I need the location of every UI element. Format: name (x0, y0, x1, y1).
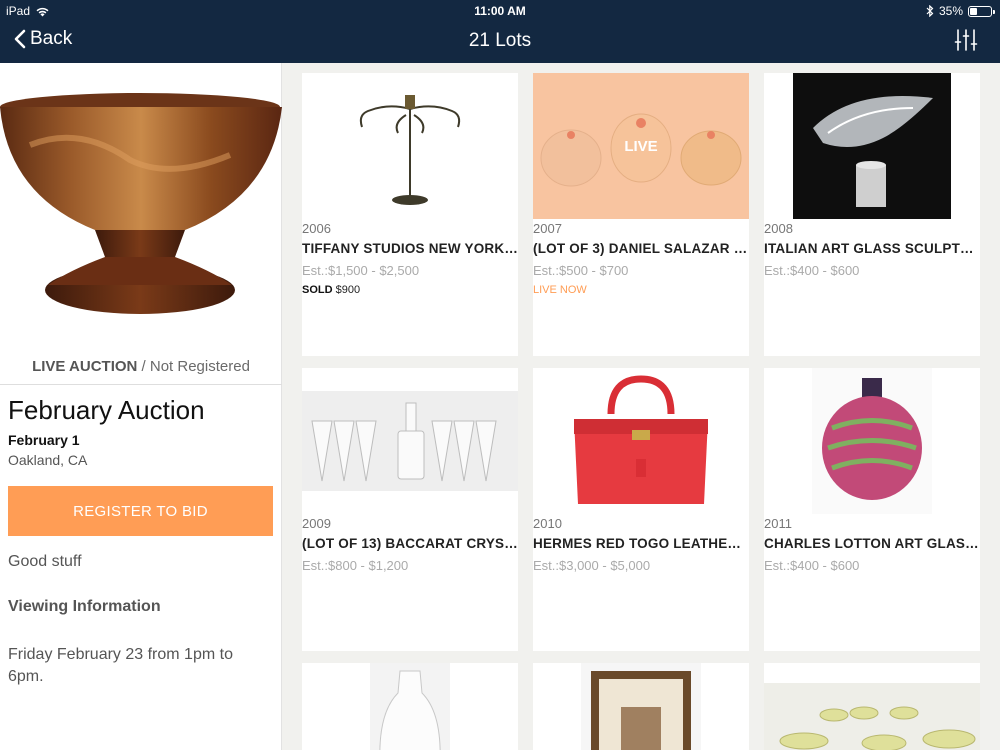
viewing-heading: Viewing Information (8, 598, 161, 615)
lot-number: 2011 (764, 516, 792, 531)
lot-estimate: Est.:$1,500 - $2,500 (302, 263, 420, 278)
battery-icon (968, 5, 995, 17)
lot-title: (LOT OF 3) DANIEL SALAZAR FLORAL JARS (533, 241, 749, 256)
auction-status: LIVE AUCTION / Not Registered (0, 358, 282, 375)
auction-date: February 1 (8, 432, 80, 448)
lot-number: 2009 (302, 516, 331, 531)
registration-status: / Not Registered (137, 358, 250, 375)
lot-estimate: Est.:$400 - $600 (764, 263, 860, 278)
sold-status: SOLD $900 (302, 284, 360, 296)
live-now-status: LIVE NOW (533, 284, 587, 296)
lot-title: TIFFANY STUDIOS NEW YORK BRONZE LAMP (302, 241, 518, 256)
lot-image (793, 73, 951, 219)
lot-card[interactable]: 2009 (LOT OF 13) BACCARAT CRYSTAL STEMWA… (302, 368, 518, 651)
lot-title: CHARLES LOTTON ART GLASS VASE (764, 536, 980, 551)
battery-level-fill (970, 7, 977, 15)
lot-estimate: Est.:$500 - $700 (533, 263, 629, 278)
lot-image (574, 375, 708, 504)
lot-number: 2006 (302, 221, 331, 236)
lot-image (370, 663, 450, 750)
lot-estimate: Est.:$3,000 - $5,000 (533, 558, 651, 573)
filter-button[interactable] (954, 28, 978, 57)
lot-card[interactable] (533, 663, 749, 750)
live-overlay: LIVE (533, 73, 749, 219)
auction-title: February Auction (8, 395, 205, 425)
auction-type: LIVE AUCTION (32, 358, 138, 375)
viewing-text: Friday February 23 from 1pm to 6pm. (8, 646, 233, 685)
lot-number: 2007 (533, 221, 562, 236)
lot-image (812, 368, 932, 514)
status-right: 35% (926, 4, 995, 18)
lot-card[interactable]: 2011 CHARLES LOTTON ART GLASS VASE Est.:… (764, 368, 980, 651)
lot-card[interactable]: LIVE 2007 (LOT OF 3) DANIEL SALAZAR FLOR… (533, 73, 749, 356)
auction-hero-image (0, 93, 282, 314)
status-time: 11:00 AM (474, 4, 526, 18)
auction-location: Oakland, CA (8, 452, 88, 468)
auction-description: Good stuff (8, 553, 82, 570)
lot-estimate: Est.:$800 - $1,200 (302, 558, 409, 573)
lot-image (302, 391, 518, 491)
bluetooth-icon (926, 5, 934, 17)
lot-title: (LOT OF 13) BACCARAT CRYSTAL STEMWARE (302, 536, 518, 551)
lot-card[interactable]: 2008 ITALIAN ART GLASS SCULPTURE Est.:$4… (764, 73, 980, 356)
lot-card[interactable] (764, 663, 980, 750)
lot-title: HERMES RED TOGO LEATHER BIRKIN (533, 536, 749, 551)
lot-card[interactable]: 2006 TIFFANY STUDIOS NEW YORK BRONZE LAM… (302, 73, 518, 356)
lot-card[interactable] (302, 663, 518, 750)
auction-info-panel: LIVE AUCTION / Not Registered February A… (0, 63, 282, 750)
sold-price: $900 (335, 284, 361, 296)
status-bar: iPad 11:00 AM 35% (0, 0, 1000, 22)
lot-title: ITALIAN ART GLASS SCULPTURE (764, 241, 980, 256)
nav-title: 21 Lots (468, 30, 532, 51)
battery-percent: 35% (938, 4, 963, 18)
lot-number: 2008 (764, 221, 793, 236)
lot-number: 2010 (533, 516, 562, 531)
lot-image (359, 95, 461, 205)
lot-card[interactable]: 2010 HERMES RED TOGO LEATHER BIRKIN Est.… (533, 368, 749, 651)
navigation-bar: iPad 11:00 AM 35% Back 21 Lots (0, 0, 1000, 63)
lot-image (581, 663, 701, 750)
divider (0, 384, 282, 385)
sold-label: SOLD (302, 284, 333, 296)
lot-estimate: Est.:$400 - $600 (764, 558, 860, 573)
sliders-icon (954, 29, 978, 51)
lot-image (764, 683, 980, 750)
register-to-bid-button[interactable]: REGISTER TO BID (8, 486, 273, 536)
